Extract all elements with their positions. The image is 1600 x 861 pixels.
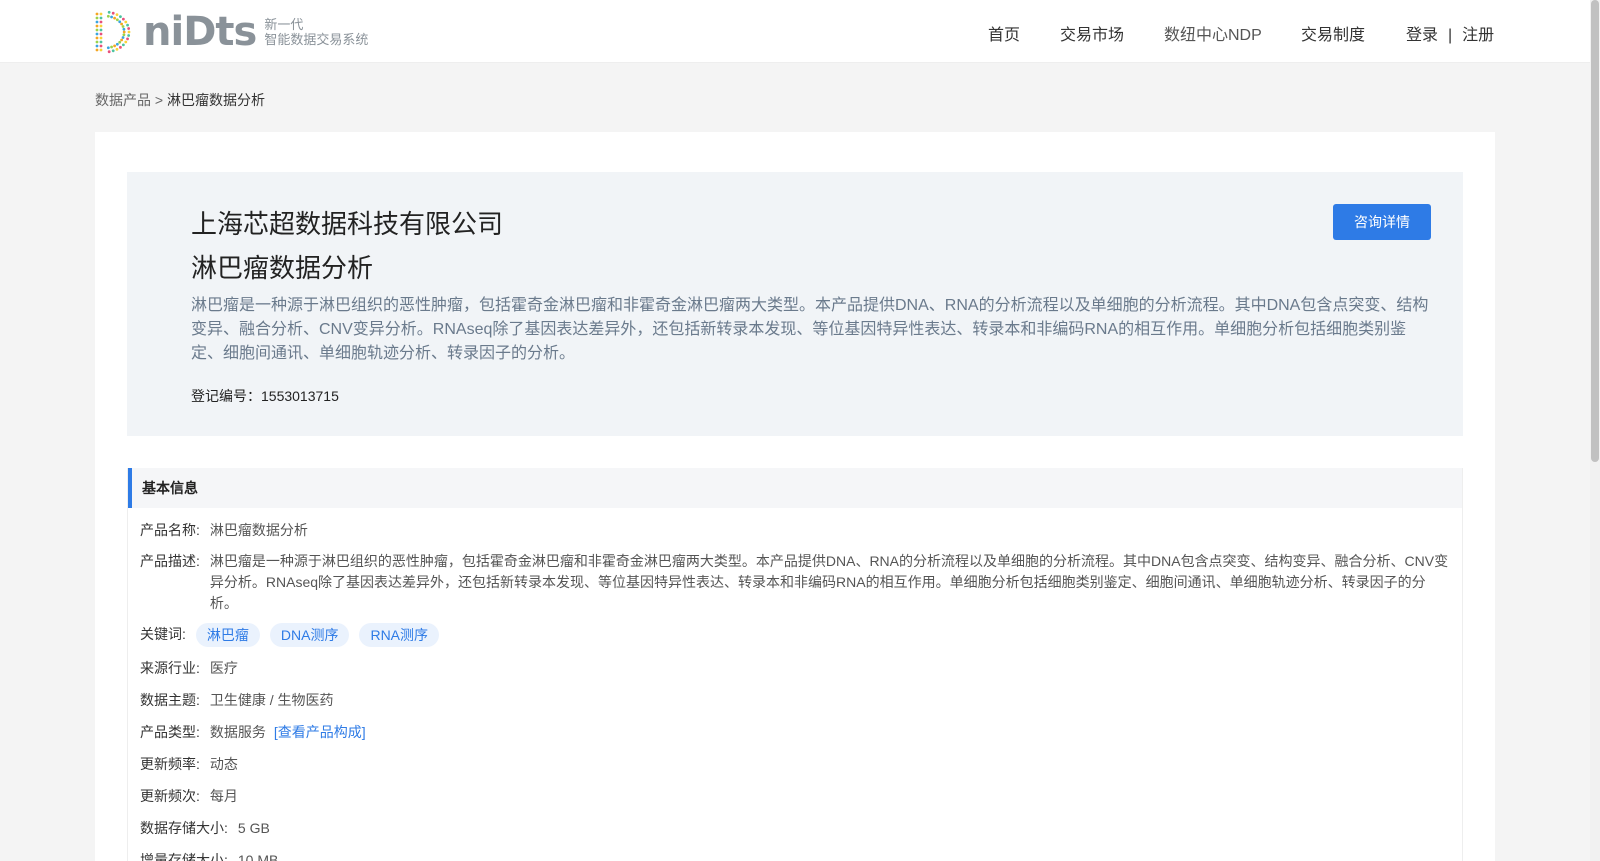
- industry-value: 医疗: [209, 660, 238, 676]
- product-summary: 淋巴瘤是一种源于淋巴组织的恶性肿瘤，包括霍奇金淋巴瘤和非霍奇金淋巴瘤两大类型。本…: [191, 297, 1429, 362]
- keywords-label: 关键词:: [140, 626, 186, 642]
- consult-button[interactable]: 咨询详情: [1333, 204, 1431, 240]
- breadcrumb: 数据产品 > 淋巴瘤数据分析: [95, 90, 265, 110]
- basic-info-panel: 基本信息 产品名称: 淋巴瘤数据分析 产品描述: 淋巴瘤是一种源于淋巴组织的恶性…: [127, 468, 1463, 861]
- info-row-description: 产品描述: 淋巴瘤是一种源于淋巴组织的恶性肿瘤，包括霍奇金淋巴瘤和非霍奇金淋巴瘤…: [140, 551, 1450, 614]
- desc-value: 淋巴瘤是一种源于淋巴组织的恶性肿瘤，包括霍奇金淋巴瘤和非霍奇金淋巴瘤两大类型。本…: [209, 553, 1449, 611]
- auth-separator: |: [1448, 27, 1453, 44]
- keyword-tag[interactable]: RNA测序: [359, 623, 440, 647]
- freq-value: 动态: [209, 756, 238, 772]
- nav-home[interactable]: 首页: [988, 21, 1020, 45]
- breadcrumb-current: 淋巴瘤数据分析: [166, 92, 265, 108]
- view-composition-link[interactable]: [查看产品构成]: [274, 722, 366, 743]
- company-name: 上海芯超数据科技有限公司: [191, 209, 504, 239]
- freq-label: 更新频率:: [140, 756, 200, 772]
- times-label: 更新频次:: [140, 788, 200, 804]
- registration-value: 1553013715: [261, 388, 339, 404]
- logo-sub-line1: 新一代: [264, 17, 304, 32]
- topic-label: 数据主题:: [140, 692, 200, 708]
- keyword-tag[interactable]: DNA测序: [269, 623, 350, 647]
- page-scrollbar[interactable]: [1590, 0, 1600, 861]
- register-link[interactable]: 注册: [1462, 27, 1494, 44]
- nav-rules[interactable]: 交易制度: [1301, 21, 1365, 45]
- name-value: 淋巴瘤数据分析: [209, 522, 308, 538]
- incr-value: 10 MB: [237, 852, 279, 861]
- registration-label: 登记编号：: [191, 388, 261, 404]
- size-value: 5 GB: [237, 820, 270, 836]
- industry-label: 来源行业:: [140, 660, 200, 676]
- breadcrumb-separator: >: [151, 92, 167, 108]
- login-link[interactable]: 登录: [1406, 27, 1438, 44]
- logo-wordmark: niDts: [143, 9, 257, 55]
- name-label: 产品名称:: [140, 522, 200, 538]
- topic-value: 卫生健康 / 生物医药: [209, 692, 334, 708]
- type-value: 数据服务: [209, 724, 266, 740]
- auth-links: 登录 | 注册: [1406, 21, 1494, 45]
- top-header: niDts 新一代 智能数据交易系统 首页 交易市场 数纽中心NDP 交易制度 …: [0, 0, 1590, 63]
- product-hero: 上海芯超数据科技有限公司 淋巴瘤数据分析 淋巴瘤是一种源于淋巴组织的恶性肿瘤，包…: [127, 172, 1463, 436]
- nav-market[interactable]: 交易市场: [1060, 21, 1124, 45]
- info-row-times: 更新频次: 每月: [140, 786, 238, 807]
- times-value: 每月: [209, 788, 238, 804]
- info-row-industry: 来源行业: 医疗: [140, 658, 238, 679]
- keyword-tag[interactable]: 淋巴瘤: [195, 623, 260, 647]
- logo-subtitle: 新一代 智能数据交易系统: [264, 17, 368, 47]
- info-row-name: 产品名称: 淋巴瘤数据分析: [140, 520, 308, 541]
- type-label: 产品类型:: [140, 724, 200, 740]
- site-logo[interactable]: niDts 新一代 智能数据交易系统: [93, 10, 368, 54]
- info-row-topic: 数据主题: 卫生健康 / 生物医药: [140, 690, 334, 711]
- size-label: 数据存储大小:: [140, 820, 228, 836]
- registration-number: 登记编号：1553013715: [191, 386, 339, 406]
- logo-sub-line2: 智能数据交易系统: [264, 32, 369, 47]
- product-title: 淋巴瘤数据分析: [191, 253, 374, 283]
- keyword-tags: 淋巴瘤 DNA测序 RNA测序: [195, 623, 449, 647]
- info-row-frequency: 更新频率: 动态: [140, 754, 238, 775]
- basic-info-title: 基本信息: [128, 468, 1462, 508]
- scrollbar-thumb[interactable]: [1591, 0, 1599, 462]
- info-row-type: 产品类型: 数据服务 [查看产品构成]: [140, 722, 366, 743]
- info-row-keywords: 关键词: 淋巴瘤 DNA测序 RNA测序: [140, 623, 449, 647]
- info-row-size: 数据存储大小: 5 GB: [140, 818, 270, 839]
- logo-dots-icon: [95, 10, 131, 54]
- nav-ndp[interactable]: 数纽中心NDP: [1164, 21, 1262, 45]
- product-card: 上海芯超数据科技有限公司 淋巴瘤数据分析 淋巴瘤是一种源于淋巴组织的恶性肿瘤，包…: [95, 132, 1495, 861]
- info-row-increment: 增量存储大小: 10 MB: [140, 850, 278, 861]
- desc-label: 产品描述:: [140, 553, 200, 569]
- incr-label: 增量存储大小:: [140, 852, 228, 861]
- breadcrumb-parent[interactable]: 数据产品: [95, 92, 151, 108]
